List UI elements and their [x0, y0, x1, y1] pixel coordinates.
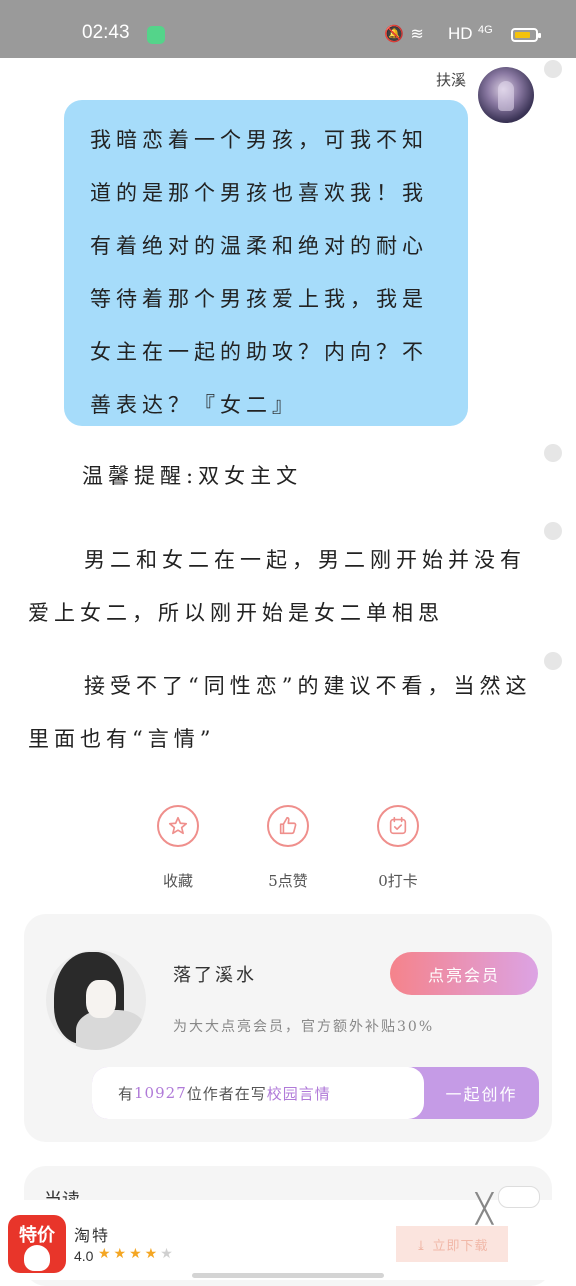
- create-together-button[interactable]: 一起创作: [424, 1067, 539, 1119]
- favorite-button[interactable]: [157, 805, 199, 847]
- star-filled-icon: ★★★★: [98, 1246, 161, 1262]
- genre-link[interactable]: 校园言情: [267, 1083, 331, 1104]
- ad-download-button[interactable]: ⤓ 立即下载: [396, 1226, 508, 1262]
- ad-rating: 4.0: [74, 1248, 94, 1264]
- network-indicator: 4G: [478, 24, 493, 36]
- checkin-label: 0打卡: [378, 872, 418, 890]
- star-empty-icon: ★: [160, 1246, 176, 1262]
- favorite-label: 收藏: [162, 872, 193, 890]
- story-paragraph: 接受不了“同性恋”的建议不看，当然这里面也有“言情”: [28, 674, 532, 751]
- mute-wifi-icons: 🔕 ≋: [384, 26, 425, 43]
- paragraph-comment-dot[interactable]: [544, 444, 562, 462]
- author-count: 10927: [134, 1084, 187, 1102]
- tip-paragraph: 温馨提醒:双女主文: [82, 464, 303, 488]
- vip-button[interactable]: 点亮会员: [390, 952, 538, 995]
- vip-description: 为大大点亮会员，官方额外补贴30%: [173, 1019, 435, 1035]
- ad-toggle[interactable]: [498, 1186, 540, 1208]
- bunny-icon: [24, 1245, 50, 1271]
- hd-indicator: HD: [448, 24, 473, 43]
- close-icon[interactable]: ╳: [476, 1192, 493, 1225]
- checkin-icon: [389, 816, 407, 835]
- author-avatar[interactable]: [46, 950, 146, 1050]
- home-indicator[interactable]: [192, 1273, 384, 1278]
- author-name[interactable]: 落了溪水: [173, 961, 257, 987]
- thumbs-up-icon: [279, 816, 297, 835]
- battery-icon: [511, 28, 541, 42]
- create-prefix: 有: [118, 1084, 135, 1103]
- chat-message: 我暗恋着一个男孩，可我不知道的是那个男孩也喜欢我！我有着绝对的温柔和绝对的耐心等…: [90, 128, 428, 417]
- status-bar: 02:43 🔕 ≋ HD 4G: [0, 0, 576, 58]
- checkin-button[interactable]: [377, 805, 419, 847]
- rating-stars-icon: ★★★★★: [98, 1246, 176, 1262]
- sender-name: 扶溪: [435, 71, 466, 89]
- ad-app-name: 淘特: [74, 1226, 111, 1245]
- like-button[interactable]: [267, 805, 309, 847]
- status-time: 02:43: [82, 22, 130, 43]
- create-info: 有 10927 位作者在写 校园言情: [92, 1067, 424, 1119]
- story-paragraph: 男二和女二在一起，男二刚开始并没有爱上女二，所以刚开始是女二单相思: [28, 548, 526, 625]
- ad-icon-text: 特价: [19, 1225, 55, 1245]
- chat-bubble: 我暗恋着一个男孩，可我不知道的是那个男孩也喜欢我！我有着绝对的温柔和绝对的耐心等…: [64, 100, 468, 426]
- app-notification-icon: [147, 26, 165, 44]
- star-icon: [168, 816, 188, 835]
- like-label: 5点赞: [268, 872, 308, 890]
- sender-avatar[interactable]: [478, 67, 534, 123]
- ad-app-icon[interactable]: 特价: [8, 1215, 66, 1273]
- paragraph-comment-dot[interactable]: [544, 60, 562, 78]
- create-middle: 位作者在写: [186, 1084, 267, 1103]
